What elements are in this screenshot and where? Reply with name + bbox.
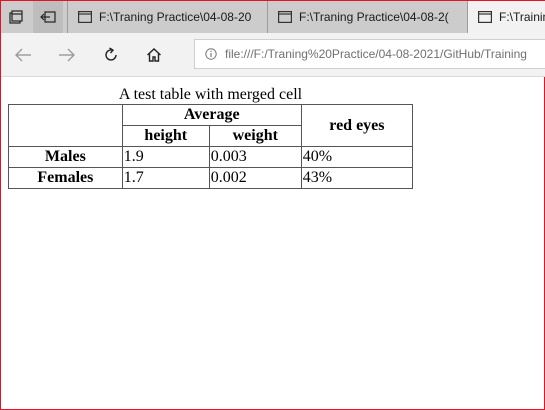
- set-aside-tabs-button[interactable]: [33, 1, 63, 33]
- weight-header: weight: [208, 125, 302, 147]
- info-icon[interactable]: [205, 48, 217, 60]
- table-caption: A test table with merged cell: [118, 86, 303, 103]
- forward-button[interactable]: [50, 39, 84, 71]
- height-header: height: [121, 125, 210, 147]
- row-label: Females: [8, 167, 123, 189]
- refresh-button[interactable]: [94, 39, 128, 71]
- forward-arrow-icon: [59, 48, 75, 62]
- merged-cell-table: A test table with merged cell Average re…: [8, 86, 414, 189]
- table-row: Females 1.7 0.002 43%: [8, 167, 414, 189]
- set-aside-tabs-icon: [40, 11, 56, 23]
- table-header-row: Average red eyes: [8, 104, 414, 147]
- address-bar[interactable]: file:///F:/Traning%20Practice/04-08-2021…: [194, 39, 545, 69]
- browser-tab[interactable]: F:\Traning Practice\04-08-2(: [267, 1, 467, 33]
- weight-cell: 0.003: [208, 146, 302, 168]
- red-eyes-cell: 43%: [300, 167, 414, 189]
- back-arrow-icon: [15, 48, 31, 62]
- tab-title: F:\Traning Practice\04-08-20: [99, 10, 252, 24]
- empty-corner-cell: [8, 104, 123, 147]
- navigation-bar: file:///F:/Traning%20Practice/04-08-2021…: [1, 33, 545, 77]
- height-cell: 1.7: [121, 167, 210, 189]
- tab-title: F:\Trainin: [499, 10, 545, 24]
- red-eyes-header: red eyes: [300, 104, 414, 147]
- red-eyes-cell: 40%: [300, 146, 414, 168]
- home-button[interactable]: [137, 39, 171, 71]
- home-icon: [147, 48, 161, 62]
- browser-tab-active[interactable]: F:\Trainin: [467, 1, 545, 33]
- height-cell: 1.9: [121, 146, 210, 168]
- page-icon: [478, 11, 492, 23]
- page-icon: [278, 11, 292, 23]
- page-content: A test table with merged cell Average re…: [1, 77, 543, 408]
- average-group-header: Average: [121, 104, 302, 126]
- address-url: file:///F:/Traning%20Practice/04-08-2021…: [225, 47, 527, 61]
- tab-title: F:\Traning Practice\04-08-2(: [299, 10, 449, 24]
- row-label: Males: [8, 146, 123, 168]
- tab-strip: F:\Traning Practice\04-08-20 F:\Traning …: [1, 1, 545, 33]
- refresh-icon: [105, 47, 117, 61]
- tab-actions-icon: [9, 10, 23, 24]
- page-icon: [78, 11, 92, 23]
- tab-actions-button[interactable]: [1, 1, 31, 33]
- weight-cell: 0.002: [208, 167, 302, 189]
- back-button[interactable]: [6, 39, 40, 71]
- table-row: Males 1.9 0.003 40%: [8, 146, 414, 168]
- browser-tab[interactable]: F:\Traning Practice\04-08-20: [67, 1, 267, 33]
